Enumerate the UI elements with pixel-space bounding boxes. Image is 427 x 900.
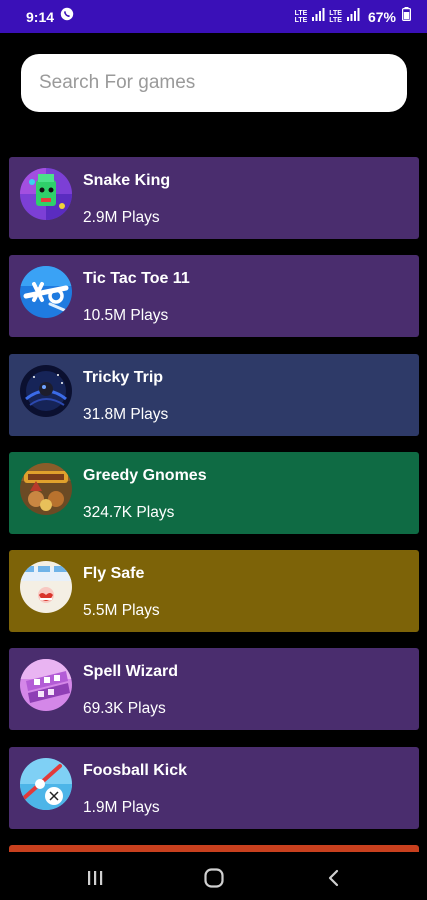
game-plays: 2.9M Plays (83, 209, 160, 226)
game-plays: 69.3K Plays (83, 700, 166, 718)
signal-icon (346, 7, 360, 26)
game-title: Fly Safe (83, 565, 145, 583)
signal-icon (312, 7, 325, 26)
lte2-label-bottom: LTE (329, 16, 342, 24)
status-time: 9:14 (26, 8, 55, 25)
game-title: Tic Tac Toe 11 (83, 270, 190, 288)
game-plays: 324.7K Plays (83, 503, 175, 521)
game-card-fly-safe[interactable]: Fly Safe 5.5M Plays (9, 550, 419, 633)
tic-tac-toe-icon (20, 266, 72, 319)
snake-king-icon (20, 168, 72, 220)
lte-label-top: LTE (294, 9, 308, 17)
game-title: Spell Wizard (83, 663, 178, 681)
greedy-gnomes-icon (20, 462, 72, 515)
game-title: Greedy Gnomes (83, 466, 207, 484)
status-right: LTE LTE LTE LTE 67% (295, 7, 412, 26)
home-icon[interactable] (202, 866, 226, 890)
status-bar: 9:14 LTE LTE LTE LTE 67% (0, 0, 427, 33)
fly-safe-icon (20, 561, 72, 614)
battery-percent: 67% (367, 8, 396, 25)
game-title: Snake King (83, 172, 171, 189)
search-bar[interactable] (21, 54, 407, 112)
search-input[interactable] (37, 71, 391, 95)
game-card-foosball-kick[interactable]: Foosball Kick 1.9M Plays (9, 746, 419, 829)
status-left: 9:14 (26, 7, 74, 26)
game-card-greedy-gnomes[interactable]: Greedy Gnomes 324.7K Plays (9, 451, 419, 534)
lte-label: LTE LTE (295, 10, 308, 24)
foosball-kick-icon (20, 757, 72, 810)
game-plays: 31.8M Plays (83, 405, 169, 423)
game-plays: 1.9M Plays (83, 798, 160, 816)
tricky-trip-icon (20, 364, 72, 417)
game-card-tic-tac-toe-11[interactable]: Tic Tac Toe 11 10.5M Plays (9, 255, 419, 338)
back-icon[interactable] (322, 866, 346, 890)
whatsapp-icon (60, 7, 74, 26)
battery-icon (402, 7, 412, 26)
lte-label-bottom: LTE (294, 16, 308, 24)
game-card-tricky-trip[interactable]: Tricky Trip 31.8M Plays (9, 353, 419, 436)
lte-label-2: LTE LTE (329, 10, 342, 24)
game-title: Tricky Trip (83, 368, 164, 386)
game-card-spell-wizard[interactable]: Spell Wizard 69.3K Plays (9, 648, 419, 731)
game-list: Snake King 2.9M Plays Tic Tac Toe 11 10.… (9, 157, 419, 845)
spell-wizard-icon (20, 659, 72, 712)
game-title: Foosball Kick (83, 761, 188, 779)
game-plays: 5.5M Plays (83, 602, 160, 620)
navigation-bar (0, 852, 427, 900)
game-plays: 10.5M Plays (83, 307, 169, 325)
recent-apps-icon[interactable] (83, 866, 107, 890)
lte2-label-top: LTE (329, 9, 342, 17)
game-card-snake-king[interactable]: Snake King 2.9M Plays (9, 157, 419, 239)
